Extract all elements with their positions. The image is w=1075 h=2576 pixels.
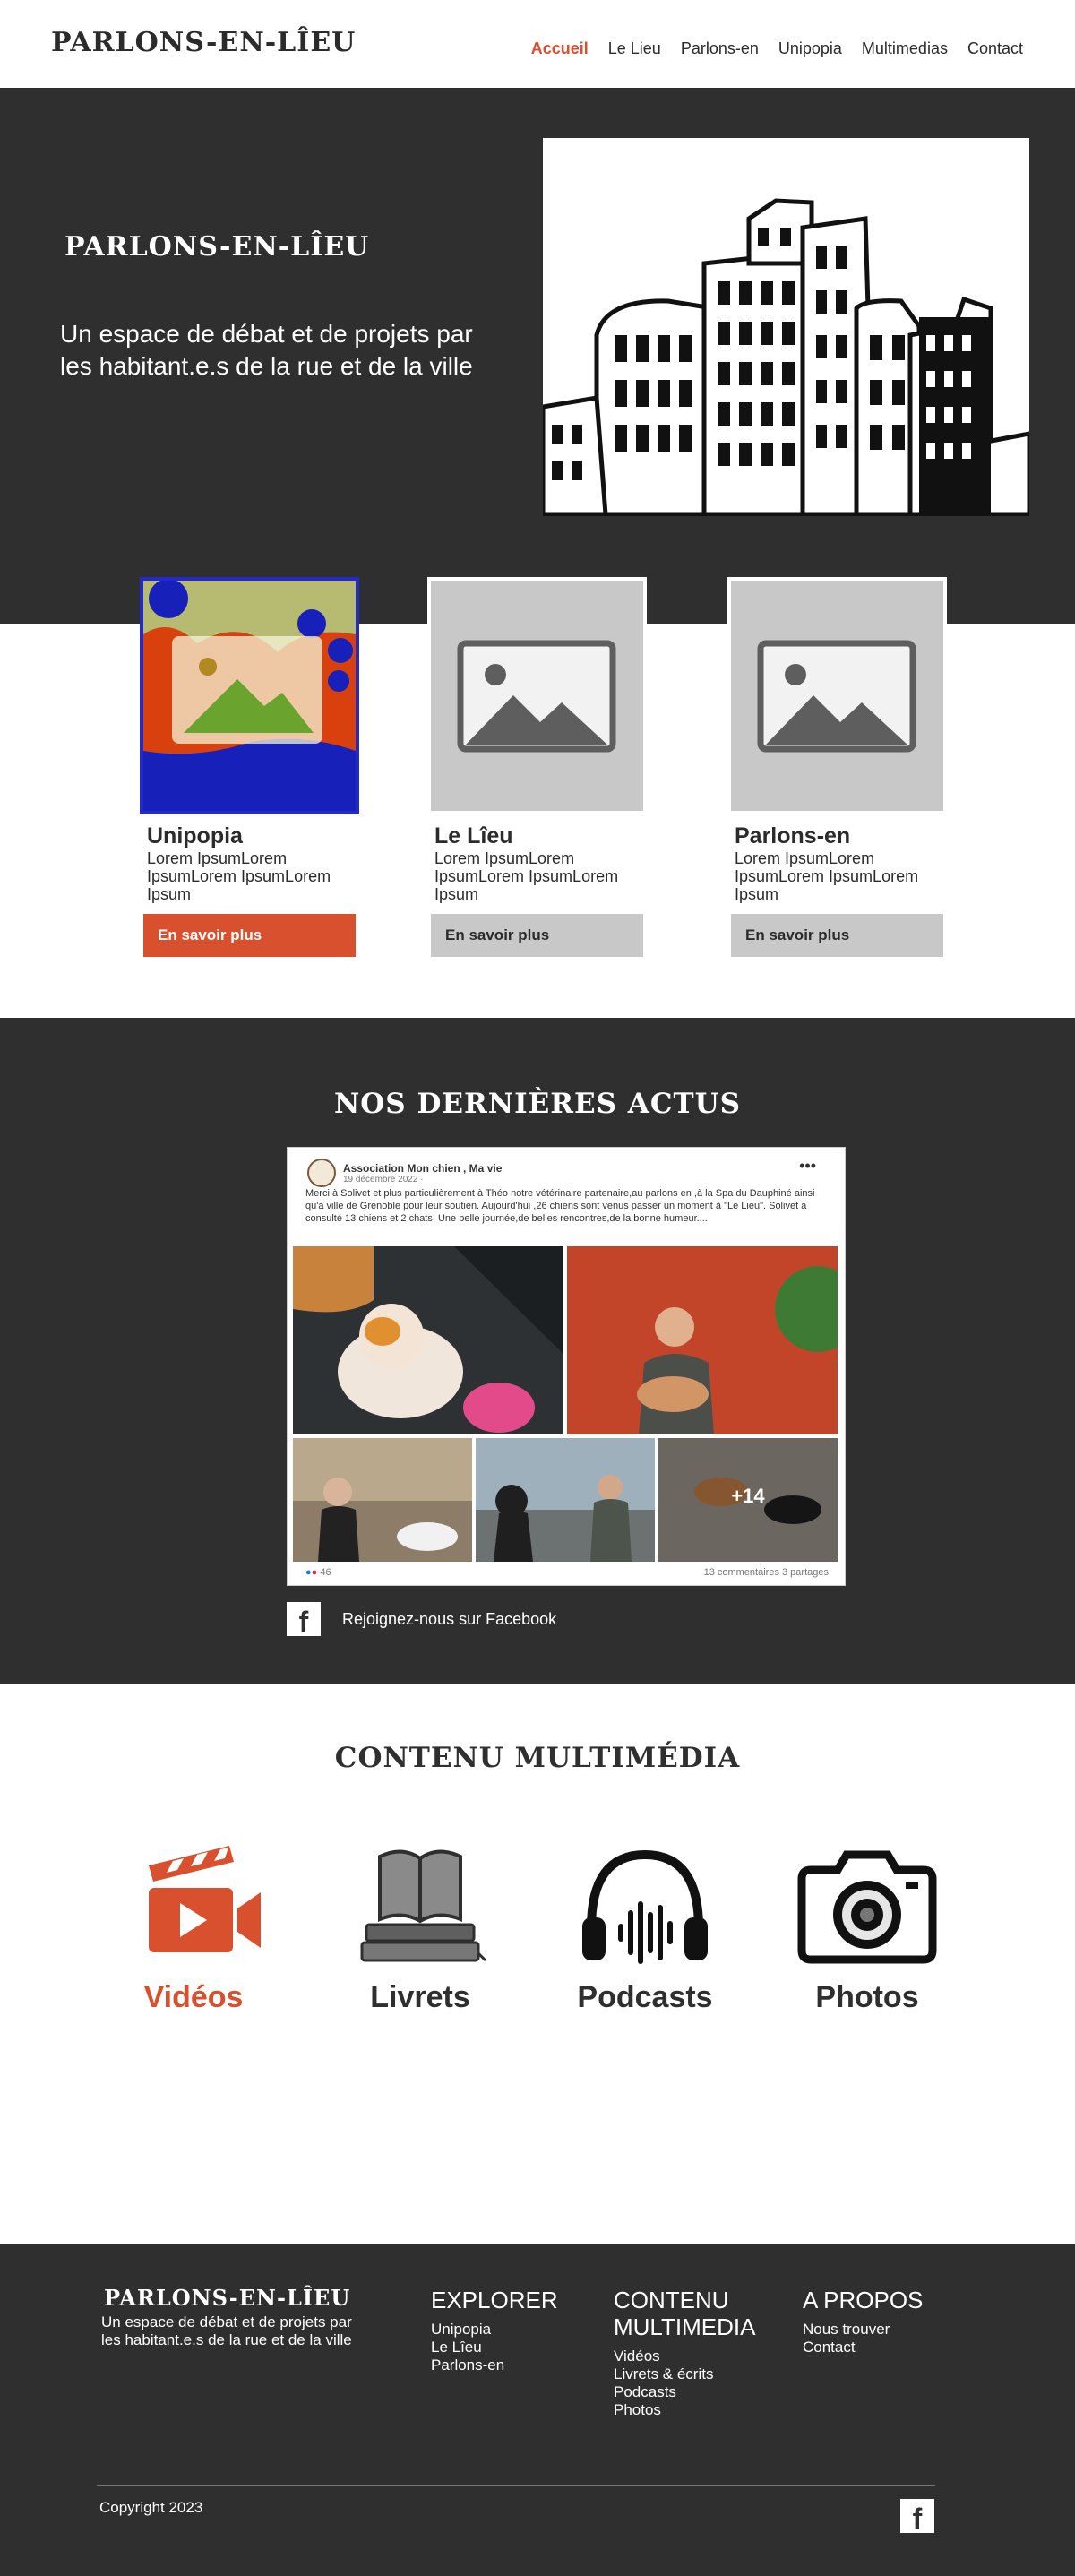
facebook-join-link[interactable]: f Rejoignez-nous sur Facebook (287, 1602, 556, 1638)
footer-link-podcasts[interactable]: Podcasts (614, 2383, 775, 2401)
footer-divider (97, 2485, 935, 2486)
books-icon[interactable] (344, 1839, 496, 1973)
multimedia-photos[interactable]: Photos (778, 1839, 957, 2015)
card-text: Lorem IpsumLorem IpsumLorem IpsumLorem I… (434, 849, 619, 903)
card-unipopia: Unipopia Lorem IpsumLorem IpsumLorem Ips… (140, 577, 364, 957)
video-camera-icon[interactable] (117, 1839, 270, 1973)
news-title: NOS DERNIÈRES ACTUS (333, 1088, 742, 1120)
card-title: Le Lîeu (434, 823, 513, 849)
footer-link-parlons-en[interactable]: Parlons-en (431, 2356, 558, 2374)
vet-photo[interactable] (567, 1246, 838, 1434)
multimedia-videos[interactable]: Vidéos (104, 1839, 283, 2015)
city-drawing-image (543, 138, 1029, 516)
nav-multimedias[interactable]: Multimedias (862, 39, 948, 58)
card-le-lieu: Le Lîeu Lorem IpsumLorem IpsumLorem Ipsu… (427, 577, 651, 957)
headphones-icon[interactable] (569, 1839, 721, 1973)
news-section: NOS DERNIÈRES ACTUS Association Mon chie… (0, 1018, 1075, 1684)
nav-parlons-en[interactable]: Parlons-en (681, 39, 759, 58)
footer-link-videos[interactable]: Vidéos (614, 2348, 775, 2365)
photos-label[interactable]: Photos (778, 1980, 957, 2015)
footer-logo[interactable]: PARLONS-EN-LÎEU (104, 2285, 350, 2311)
multimedia-title: CONTENU MULTIMÉDIA (334, 1742, 741, 1774)
more-photos-count: +14 (731, 1485, 765, 1507)
le-lieu-more-button[interactable]: En savoir plus (431, 914, 643, 957)
hero-subtitle: Un espace de débat et de projets par les… (60, 320, 473, 380)
copyright: Copyright 2023 (99, 2499, 203, 2516)
more-photos-tile[interactable]: +14 (658, 1438, 838, 1562)
more-options-icon[interactable]: ••• (799, 1157, 816, 1176)
multimedia-livrets[interactable]: Livrets (331, 1839, 510, 2015)
post-photos: +14 (293, 1246, 838, 1562)
footer-link-le-lieu[interactable]: Le Lîeu (431, 2339, 558, 2356)
nav-accueil[interactable]: Accueil (531, 39, 589, 58)
facebook-post[interactable]: Association Mon chien , Ma vie 19 décemb… (287, 1147, 846, 1586)
nav-contact[interactable]: Contact (968, 39, 1023, 58)
footer-multimedia: CONTENU MULTIMEDIA Vidéos Livrets & écri… (614, 2287, 775, 2419)
footer-explorer: EXPLORER Unipopia Le Lîeu Parlons-en (431, 2287, 558, 2374)
market-photo[interactable] (476, 1438, 655, 1562)
site-logo[interactable]: PARLONS-EN-LÎEU (51, 27, 356, 58)
post-author[interactable]: Association Mon chien , Ma vie (343, 1162, 502, 1175)
footer-explorer-title: EXPLORER (431, 2287, 558, 2313)
nav-unipopia[interactable]: Unipopia (778, 39, 842, 58)
post-text: Merci à Solivet et plus particulièrement… (305, 1188, 815, 1224)
footer-apropos: A PROPOS Nous trouver Contact (803, 2287, 923, 2356)
parlons-en-more-button[interactable]: En savoir plus (731, 914, 943, 957)
footer-link-unipopia[interactable]: Unipopia (431, 2321, 558, 2339)
dogs-photo[interactable] (293, 1438, 472, 1562)
livrets-label[interactable]: Livrets (331, 1980, 510, 2015)
podcasts-label[interactable]: Podcasts (555, 1980, 735, 2015)
footer-multimedia-title: CONTENU MULTIMEDIA (614, 2287, 756, 2340)
love-icon[interactable]: ● (312, 1567, 318, 1578)
card-text: Lorem IpsumLorem IpsumLorem IpsumLorem I… (735, 849, 919, 903)
main-nav: Accueil Le Lieu Parlons-en Unipopia Mult… (512, 39, 1023, 58)
footer-link-contact[interactable]: Contact (803, 2339, 923, 2356)
post-footer: ●● 46 13 commentaires 3 partages (305, 1567, 829, 1578)
footer: PARLONS-EN-LÎEU Un espace de débat et de… (0, 2244, 1075, 2576)
header: PARLONS-EN-LÎEU Accueil Le Lieu Parlons-… (0, 0, 1075, 88)
hero-section: PARLONS-EN-LÎEU Un espace de débat et de… (0, 88, 1075, 624)
facebook-icon[interactable]: f (900, 2499, 934, 2535)
unipopia-more-button[interactable]: En savoir plus (143, 914, 356, 957)
card-title: Parlons-en (735, 823, 851, 849)
nav-le-lieu[interactable]: Le Lieu (608, 39, 661, 58)
cat-photo[interactable] (293, 1246, 563, 1434)
post-stats[interactable]: 13 commentaires 3 partages (704, 1567, 829, 1578)
footer-link-livrets[interactable]: Livrets & écrits (614, 2365, 775, 2383)
card-text: Lorem IpsumLorem IpsumLorem IpsumLorem I… (147, 849, 331, 903)
post-header: Association Mon chien , Ma vie 19 décemb… (307, 1159, 502, 1187)
hero-logo: PARLONS-EN-LÎEU (64, 231, 370, 263)
card-title: Unipopia (147, 823, 243, 849)
image-placeholder-icon (427, 577, 647, 814)
reaction-count[interactable]: 46 (320, 1567, 331, 1578)
multimedia-podcasts[interactable]: Podcasts (555, 1839, 735, 2015)
footer-apropos-title: A PROPOS (803, 2287, 924, 2313)
image-placeholder-icon (727, 577, 947, 814)
footer-link-nous-trouver[interactable]: Nous trouver (803, 2321, 923, 2339)
unipopia-image (140, 577, 359, 814)
facebook-icon[interactable]: f (287, 1602, 321, 1638)
videos-label[interactable]: Vidéos (104, 1980, 283, 2015)
avatar[interactable] (307, 1159, 336, 1187)
footer-subtitle: Un espace de débat et de projets par les… (101, 2313, 352, 2348)
facebook-join-label[interactable]: Rejoignez-nous sur Facebook (342, 1610, 556, 1629)
card-parlons-en: Parlons-en Lorem IpsumLorem IpsumLorem I… (727, 577, 951, 957)
post-date: 19 décembre 2022 · (343, 1174, 424, 1185)
footer-link-photos[interactable]: Photos (614, 2401, 775, 2419)
camera-icon[interactable] (791, 1839, 943, 1973)
like-icon[interactable]: ● (305, 1567, 312, 1578)
